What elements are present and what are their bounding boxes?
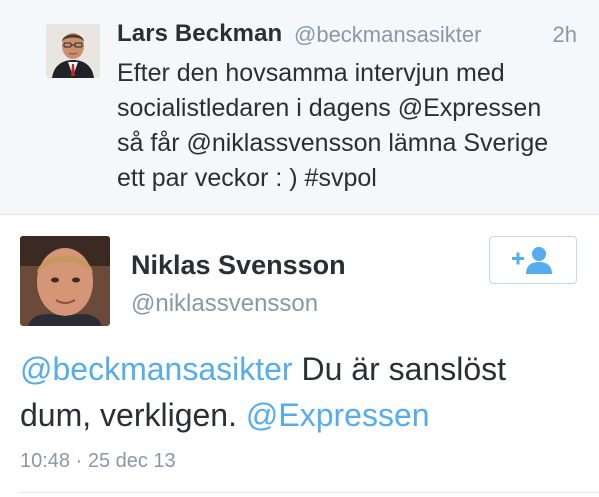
tweet-text-segment: Du är sanslöst xyxy=(292,351,506,387)
mention-link[interactable]: @beckmansasikter xyxy=(20,351,293,387)
reply-text-line: så får @niklassvensson lämna Sverige xyxy=(117,129,549,157)
niklas-svensson-avatar[interactable] xyxy=(20,236,110,326)
follow-user-icon xyxy=(512,247,552,274)
avatar-photo xyxy=(46,24,100,78)
tweet-text: @beckmansasikter Du är sanslöst dum, ver… xyxy=(20,346,580,438)
reply-author-name[interactable]: Lars Beckman xyxy=(117,20,282,48)
tweet-text-line: @beckmansasikter Du är sanslöst xyxy=(20,346,580,392)
tweet-text-line: dum, verkligen. @Expressen xyxy=(20,392,580,438)
tweet-text-segment: dum, verkligen. xyxy=(20,397,246,433)
reply-author-handle[interactable]: @beckmansasikter xyxy=(294,22,481,48)
reply-text-line: Efter den hovsamma intervjun med xyxy=(117,59,505,87)
reply-text-line: ett par veckor : ) #svpol xyxy=(117,164,377,192)
mention-link[interactable]: @Expressen xyxy=(246,397,430,433)
reply-context[interactable]: Lars Beckman @beckmansasikter 2h Efter d… xyxy=(0,0,599,215)
reply-tweet-text: Efter den hovsamma intervjun med sociali… xyxy=(117,56,579,196)
divider xyxy=(20,492,599,493)
reply-text-line: socialistledaren i dagens @Expressen xyxy=(117,94,542,122)
tweet-timestamp[interactable]: 10:48 · 25 dec 13 xyxy=(20,450,176,473)
reply-timestamp: 2h xyxy=(552,22,577,47)
tweet-author-name[interactable]: Niklas Svensson xyxy=(131,250,346,281)
follow-button[interactable] xyxy=(489,236,577,284)
lars-beckman-avatar[interactable] xyxy=(46,24,100,78)
avatar-photo xyxy=(20,236,110,326)
tweet-author-handle[interactable]: @niklassvensson xyxy=(131,290,318,318)
